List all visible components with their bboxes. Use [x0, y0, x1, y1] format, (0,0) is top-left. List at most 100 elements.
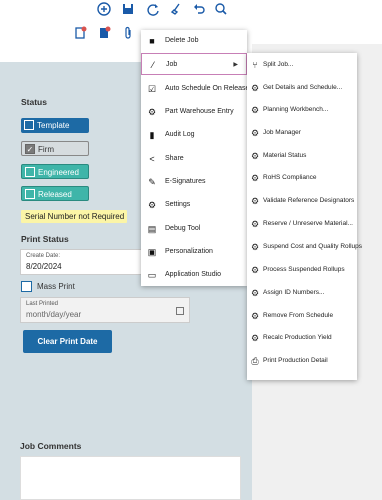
menu-item-part-warehouse[interactable]: ⚙ Part Warehouse Entry — [141, 101, 247, 123]
status-firm[interactable]: ✓ Firm — [21, 141, 89, 156]
released-checkbox[interactable] — [25, 189, 35, 199]
submenu-rohs-compliance[interactable]: ⚙ RoHS Compliance — [247, 168, 357, 188]
menu-item-audit-log[interactable]: ▮ Audit Log — [141, 124, 247, 146]
menu-item-auto-schedule[interactable]: ☑ Auto Schedule On Release — [141, 78, 250, 100]
clear-icon[interactable] — [168, 2, 184, 18]
menu-item-label: Delete Job — [165, 37, 199, 44]
status-template[interactable]: Template — [21, 118, 89, 133]
save-icon[interactable] — [120, 2, 136, 18]
submenu-process-rollups[interactable]: ⚙ Process Suspended Rollups — [247, 260, 357, 280]
image-icon: ▣ — [147, 247, 157, 257]
last-printed-placeholder: month/day/year — [26, 310, 82, 319]
signature-icon: ✎ — [148, 177, 156, 187]
submenu-split-job[interactable]: ⑂ Split Job... — [247, 55, 357, 75]
gears-icon: ⚙ — [147, 107, 157, 117]
gears-icon: ⚙ — [250, 128, 260, 138]
submenu-item-label: RoHS Compliance — [263, 174, 317, 181]
engineered-label: Engineered — [38, 168, 79, 177]
gears-icon: ⚙ — [250, 151, 260, 161]
trash-icon: ■ — [149, 36, 155, 46]
submenu-remove-schedule[interactable]: ⚙ Remove From Schedule — [247, 306, 357, 326]
printer-icon: ⎙ — [251, 356, 259, 366]
menu-item-application-studio[interactable]: ▭ Application Studio — [141, 264, 247, 286]
gears-icon: ⚙ — [250, 196, 260, 206]
status-heading: Status — [21, 97, 47, 107]
submenu-get-details[interactable]: ⚙ Get Details and Schedule... — [247, 78, 357, 98]
attachment-icon[interactable] — [120, 26, 136, 42]
share-icon: < — [149, 154, 155, 164]
menu-item-label: Part Warehouse Entry — [165, 108, 234, 115]
mass-print-checkbox[interactable] — [21, 281, 32, 292]
submenu-item-label: Process Suspended Rollups — [263, 266, 345, 273]
monitor-icon: ▭ — [147, 270, 157, 280]
job-comments-input[interactable] — [20, 456, 241, 500]
submenu-item-label: Planning Workbench... — [263, 106, 329, 113]
submenu-item-label: Job Manager — [263, 129, 301, 136]
gears-icon: ⚙ — [250, 242, 260, 252]
menu-item-label: Personalization — [165, 248, 213, 255]
gears-icon: ⚙ — [250, 83, 260, 93]
doc-icon[interactable] — [96, 26, 112, 42]
clear-print-date-button[interactable]: Clear Print Date — [23, 330, 112, 353]
menu-item-share[interactable]: < Share — [141, 148, 247, 170]
menu-item-label: Auto Schedule On Release — [165, 85, 250, 92]
menu-item-label: Application Studio — [165, 271, 222, 278]
status-engineered[interactable]: Engineered — [21, 164, 89, 179]
menu-item-label: Share — [165, 155, 184, 162]
submenu-material-status[interactable]: ⚙ Material Status — [247, 146, 357, 166]
debug-icon: ▤ — [147, 224, 157, 234]
print-status-heading: Print Status — [21, 234, 69, 244]
submenu-item-label: Print Production Detail — [263, 357, 328, 364]
menu-item-settings[interactable]: ⚙ Settings — [141, 194, 247, 216]
menu-item-label: Job — [166, 61, 178, 68]
submenu-item-label: Suspend Cost and Quality Rollups — [263, 243, 363, 250]
menu-item-personalization[interactable]: ▣ Personalization — [141, 241, 247, 263]
serial-badge: Serial Number not Required — [21, 210, 127, 223]
new-doc-icon[interactable] — [72, 26, 88, 42]
firm-checkbox[interactable]: ✓ — [25, 144, 35, 154]
submenu-print-production[interactable]: ⎙ Print Production Detail — [247, 351, 357, 371]
submenu-item-label: Get Details and Schedule... — [263, 84, 343, 91]
template-checkbox[interactable] — [24, 120, 34, 130]
menu-item-label: Debug Tool — [165, 225, 201, 232]
submenu-item-label: Recalc Production Yield — [263, 334, 332, 341]
status-released[interactable]: Released — [21, 186, 89, 201]
submenu-planning-workbench[interactable]: ⚙ Planning Workbench... — [247, 100, 357, 120]
job-submenu: ⑂ Split Job... ⚙ Get Details and Schedul… — [247, 53, 362, 380]
menu-item-delete-job[interactable]: ■ Delete Job — [141, 30, 247, 52]
add-icon[interactable] — [96, 2, 112, 18]
gears-icon: ⚙ — [250, 265, 260, 275]
menu-item-debug-tool[interactable]: ▤ Debug Tool — [141, 218, 247, 240]
actions-menu: ■ Delete Job ⁄ Job ▶ ☑ Auto Schedule On … — [141, 30, 250, 286]
submenu-reserve-material[interactable]: ⚙ Reserve / Unreserve Material... — [247, 214, 357, 234]
submenu-arrow-icon: ▶ — [233, 62, 238, 68]
gear-icon: ⚙ — [147, 200, 157, 210]
menu-item-label: E-Signatures — [165, 178, 206, 185]
released-label: Released — [38, 190, 72, 199]
gears-icon: ⚙ — [250, 288, 260, 298]
menu-item-label: Settings — [165, 201, 191, 208]
undo-icon[interactable] — [191, 2, 207, 18]
engineered-checkbox[interactable] — [25, 167, 35, 177]
submenu-job-manager[interactable]: ⚙ Job Manager — [247, 123, 357, 143]
job-comments-heading: Job Comments — [20, 441, 82, 451]
menu-item-job[interactable]: ⁄ Job ▶ — [141, 53, 247, 75]
create-date-value: 8/20/2024 — [26, 262, 62, 271]
gears-icon: ⚙ — [250, 333, 260, 343]
menu-item-e-signatures[interactable]: ✎ E-Signatures — [141, 171, 247, 193]
submenu-suspend-rollups[interactable]: ⚙ Suspend Cost and Quality Rollups — [247, 237, 362, 257]
submenu-item-label: Reserve / Unreserve Material... — [263, 220, 353, 227]
create-date-label: Create Date: — [26, 253, 61, 259]
search-icon[interactable] — [213, 2, 229, 18]
submenu-item-label: Material Status — [263, 152, 307, 159]
last-printed-field[interactable]: Last Printed month/day/year — [20, 297, 190, 323]
submenu-recalc-yield[interactable]: ⚙ Recalc Production Yield — [247, 328, 357, 348]
gears-icon: ⚙ — [250, 311, 260, 321]
submenu-validate-reference[interactable]: ⚙ Validate Reference Designators — [247, 191, 357, 211]
submenu-item-label: Assign ID Numbers... — [263, 289, 325, 296]
calendar-icon[interactable] — [176, 307, 184, 315]
menu-item-label: Audit Log — [165, 131, 195, 138]
checkbox-icon: ☑ — [147, 84, 157, 94]
submenu-assign-id[interactable]: ⚙ Assign ID Numbers... — [247, 283, 357, 303]
refresh-icon[interactable] — [145, 2, 161, 18]
